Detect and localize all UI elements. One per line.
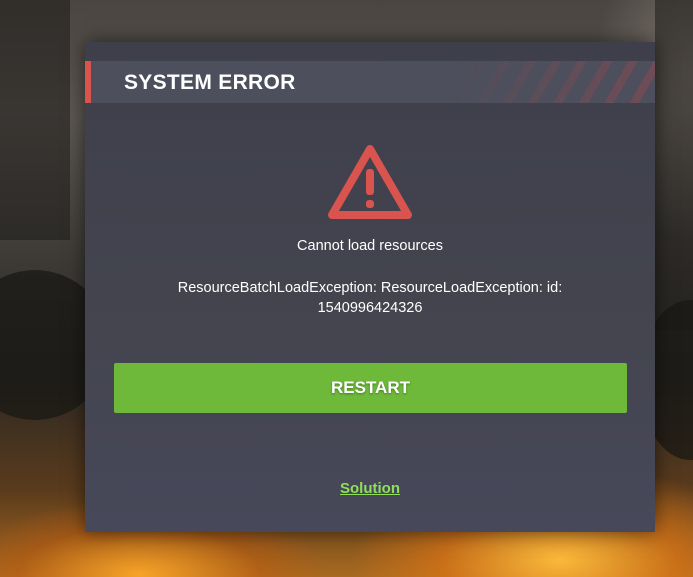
error-dialog: SYSTEM ERROR Cannot load resources Resou… <box>85 42 655 532</box>
background-ruins-right <box>655 0 693 330</box>
header-stripes <box>455 61 655 103</box>
error-message: Cannot load resources <box>297 238 443 254</box>
solution-link[interactable]: Solution <box>85 480 655 497</box>
dialog-title: SYSTEM ERROR <box>124 71 296 94</box>
header-accent-bar <box>85 61 91 103</box>
dialog-header: SYSTEM ERROR <box>85 61 655 103</box>
game-background: SYSTEM ERROR Cannot load resources Resou… <box>0 0 693 577</box>
error-detail-line2: 1540996424326 <box>317 300 423 316</box>
error-detail-line1: ResourceBatchLoadException: ResourceLoad… <box>177 280 563 296</box>
error-detail: ResourceBatchLoadException: ResourceLoad… <box>145 278 595 318</box>
background-ruins-left <box>0 0 70 240</box>
restart-button[interactable]: RESTART <box>114 363 627 413</box>
warning-triangle-icon <box>328 145 412 219</box>
